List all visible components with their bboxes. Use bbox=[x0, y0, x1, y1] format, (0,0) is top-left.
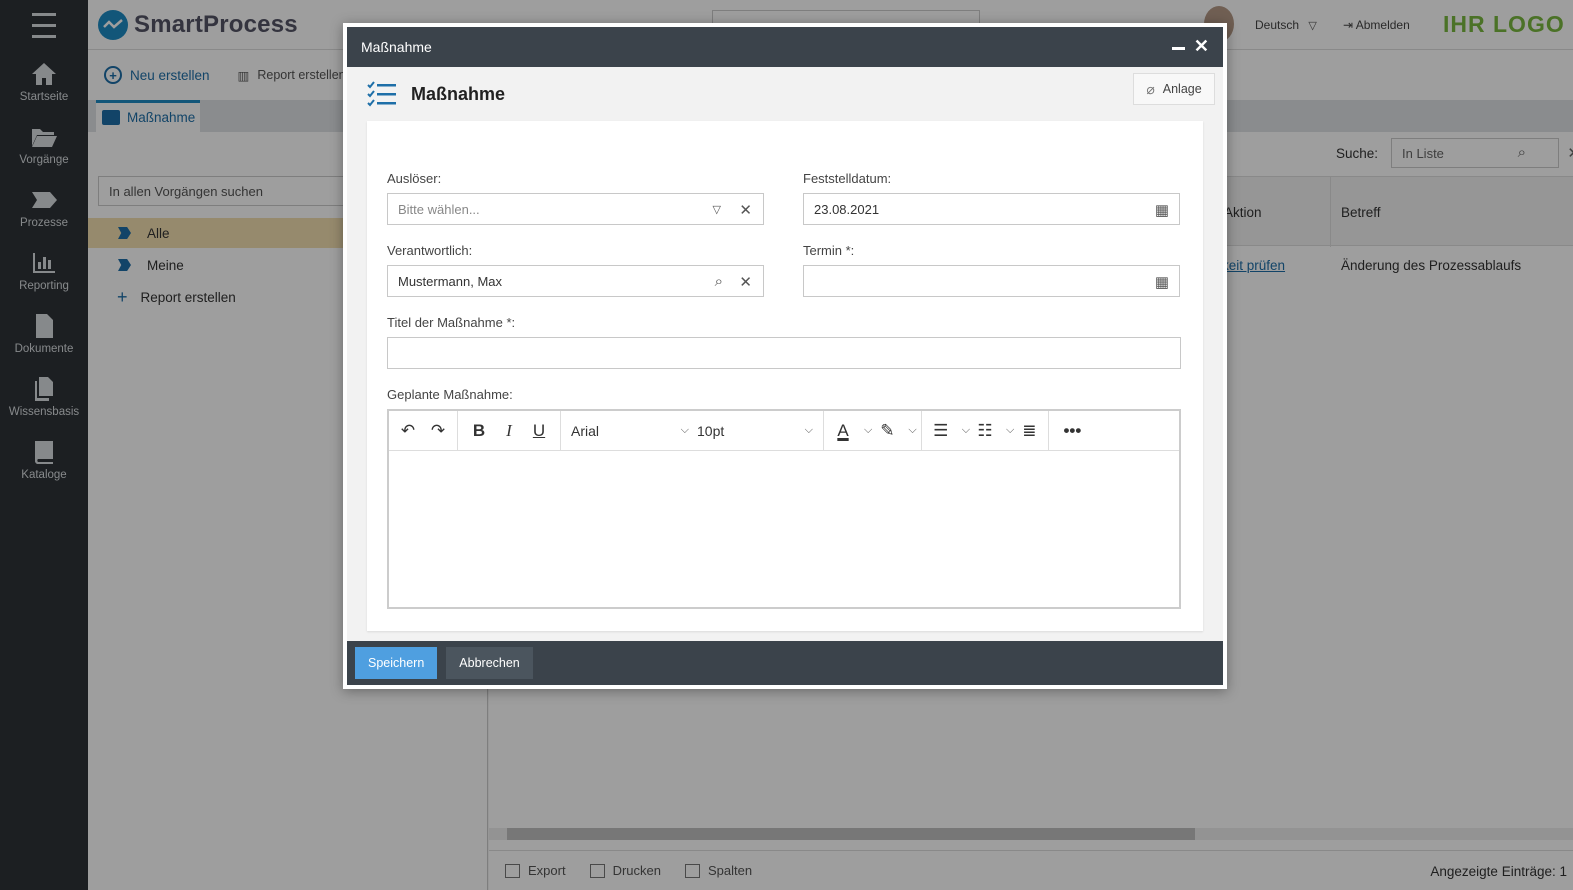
font-size-value: 10pt bbox=[697, 422, 725, 439]
verantwortlich-input[interactable]: Mustermann, Max ⌕ ✕ bbox=[387, 265, 764, 297]
ausloeser-label: Auslöser: bbox=[387, 171, 442, 186]
form-card: Auslöser: Bitte wählen... ▽ ✕ Feststelld… bbox=[367, 121, 1203, 631]
underline-icon[interactable]: U bbox=[524, 416, 554, 446]
font-group: Arial ⌵ 10pt ⌵ bbox=[561, 410, 824, 451]
editor-content-area[interactable] bbox=[389, 451, 1179, 607]
more-icon[interactable]: ••• bbox=[1057, 416, 1087, 446]
verantwortlich-value: Mustermann, Max bbox=[398, 274, 503, 289]
format-group: B I U bbox=[458, 410, 561, 451]
feststelldatum-value: 23.08.2021 bbox=[814, 202, 880, 217]
verantwortlich-label: Verantwortlich: bbox=[387, 243, 473, 258]
geplant-label: Geplante Maßnahme: bbox=[387, 387, 513, 402]
chevron-down-icon[interactable]: ⌵ bbox=[908, 424, 916, 437]
chevron-down-icon[interactable]: ⌵ bbox=[864, 424, 872, 437]
chevron-down-icon: ⌵ bbox=[680, 424, 689, 436]
ausloeser-placeholder: Bitte wählen... bbox=[398, 202, 480, 217]
list-group: ☰ ⌵ ☷ ⌵ ≣ bbox=[922, 410, 1050, 451]
dialog-titlebar: Maßnahme ✕ bbox=[347, 27, 1223, 67]
dialog-body: Maßnahme ⌀ Anlage Auslöser: Bitte wählen… bbox=[347, 67, 1223, 641]
attachment-button[interactable]: ⌀ Anlage bbox=[1133, 73, 1215, 105]
calendar-icon[interactable]: ▦ bbox=[1155, 273, 1169, 291]
save-button[interactable]: Speichern bbox=[355, 647, 438, 679]
feststelldatum-input[interactable]: 23.08.2021 ▦ bbox=[803, 193, 1180, 225]
paperclip-icon: ⌀ bbox=[1146, 80, 1155, 97]
checklist-icon bbox=[367, 81, 396, 107]
clear-icon[interactable]: ✕ bbox=[739, 201, 752, 219]
editor-toolbar: ↶ ↷ B I U Arial ⌵ 10pt ⌵ A ⌵ ✎ ⌵ ☰ ⌵ ☷ ⌵… bbox=[389, 410, 1179, 451]
numbered-list-icon[interactable]: ☷ bbox=[970, 416, 1000, 446]
termin-label: Termin *: bbox=[803, 243, 855, 258]
dropdown-icon[interactable]: ▽ bbox=[713, 203, 721, 216]
termin-input[interactable]: ▦ bbox=[803, 265, 1180, 297]
rich-text-editor: ↶ ↷ B I U Arial ⌵ 10pt ⌵ A ⌵ ✎ ⌵ ☰ ⌵ ☷ ⌵… bbox=[387, 409, 1181, 609]
chevron-down-icon[interactable]: ⌵ bbox=[1006, 424, 1014, 437]
dialog-header: Maßnahme ⌀ Anlage bbox=[347, 67, 1223, 121]
attachment-label: Anlage bbox=[1162, 82, 1202, 96]
clear-icon[interactable]: ✕ bbox=[739, 273, 752, 291]
highlight-icon[interactable]: ✎ bbox=[872, 416, 902, 446]
color-group: A ⌵ ✎ ⌵ bbox=[824, 410, 922, 451]
more-group: ••• bbox=[1049, 411, 1095, 451]
measure-dialog: Maßnahme ✕ Maßnahme ⌀ Anlage Auslöser: B… bbox=[343, 23, 1227, 689]
dialog-heading: Maßnahme bbox=[411, 83, 506, 104]
font-family-value: Arial bbox=[571, 422, 600, 439]
minimize-icon[interactable] bbox=[1172, 47, 1185, 50]
bullet-list-icon[interactable]: ☰ bbox=[926, 416, 956, 446]
indent-icon[interactable]: ≣ bbox=[1014, 416, 1044, 446]
bold-icon[interactable]: B bbox=[464, 416, 494, 446]
ausloeser-select[interactable]: Bitte wählen... ▽ ✕ bbox=[387, 193, 764, 225]
font-size-select[interactable]: 10pt ⌵ bbox=[693, 423, 817, 439]
titel-label: Titel der Maßnahme *: bbox=[387, 315, 516, 330]
font-family-select[interactable]: Arial ⌵ bbox=[567, 423, 693, 439]
calendar-icon[interactable]: ▦ bbox=[1155, 201, 1169, 219]
redo-icon[interactable]: ↷ bbox=[423, 416, 453, 446]
close-icon[interactable]: ✕ bbox=[1194, 36, 1209, 57]
dialog-window-title: Maßnahme bbox=[361, 39, 432, 55]
undo-icon[interactable]: ↶ bbox=[393, 416, 423, 446]
titel-input[interactable] bbox=[387, 337, 1181, 369]
feststelldatum-label: Feststelldatum: bbox=[803, 171, 892, 186]
dialog-footer: Speichern Abbrechen bbox=[347, 641, 1223, 685]
italic-icon[interactable]: I bbox=[494, 416, 524, 446]
history-group: ↶ ↷ bbox=[389, 410, 458, 451]
chevron-down-icon: ⌵ bbox=[804, 424, 813, 436]
chevron-down-icon[interactable]: ⌵ bbox=[962, 424, 970, 437]
text-color-icon[interactable]: A bbox=[828, 416, 858, 446]
search-icon[interactable]: ⌕ bbox=[715, 273, 723, 290]
cancel-button[interactable]: Abbrechen bbox=[446, 647, 533, 679]
